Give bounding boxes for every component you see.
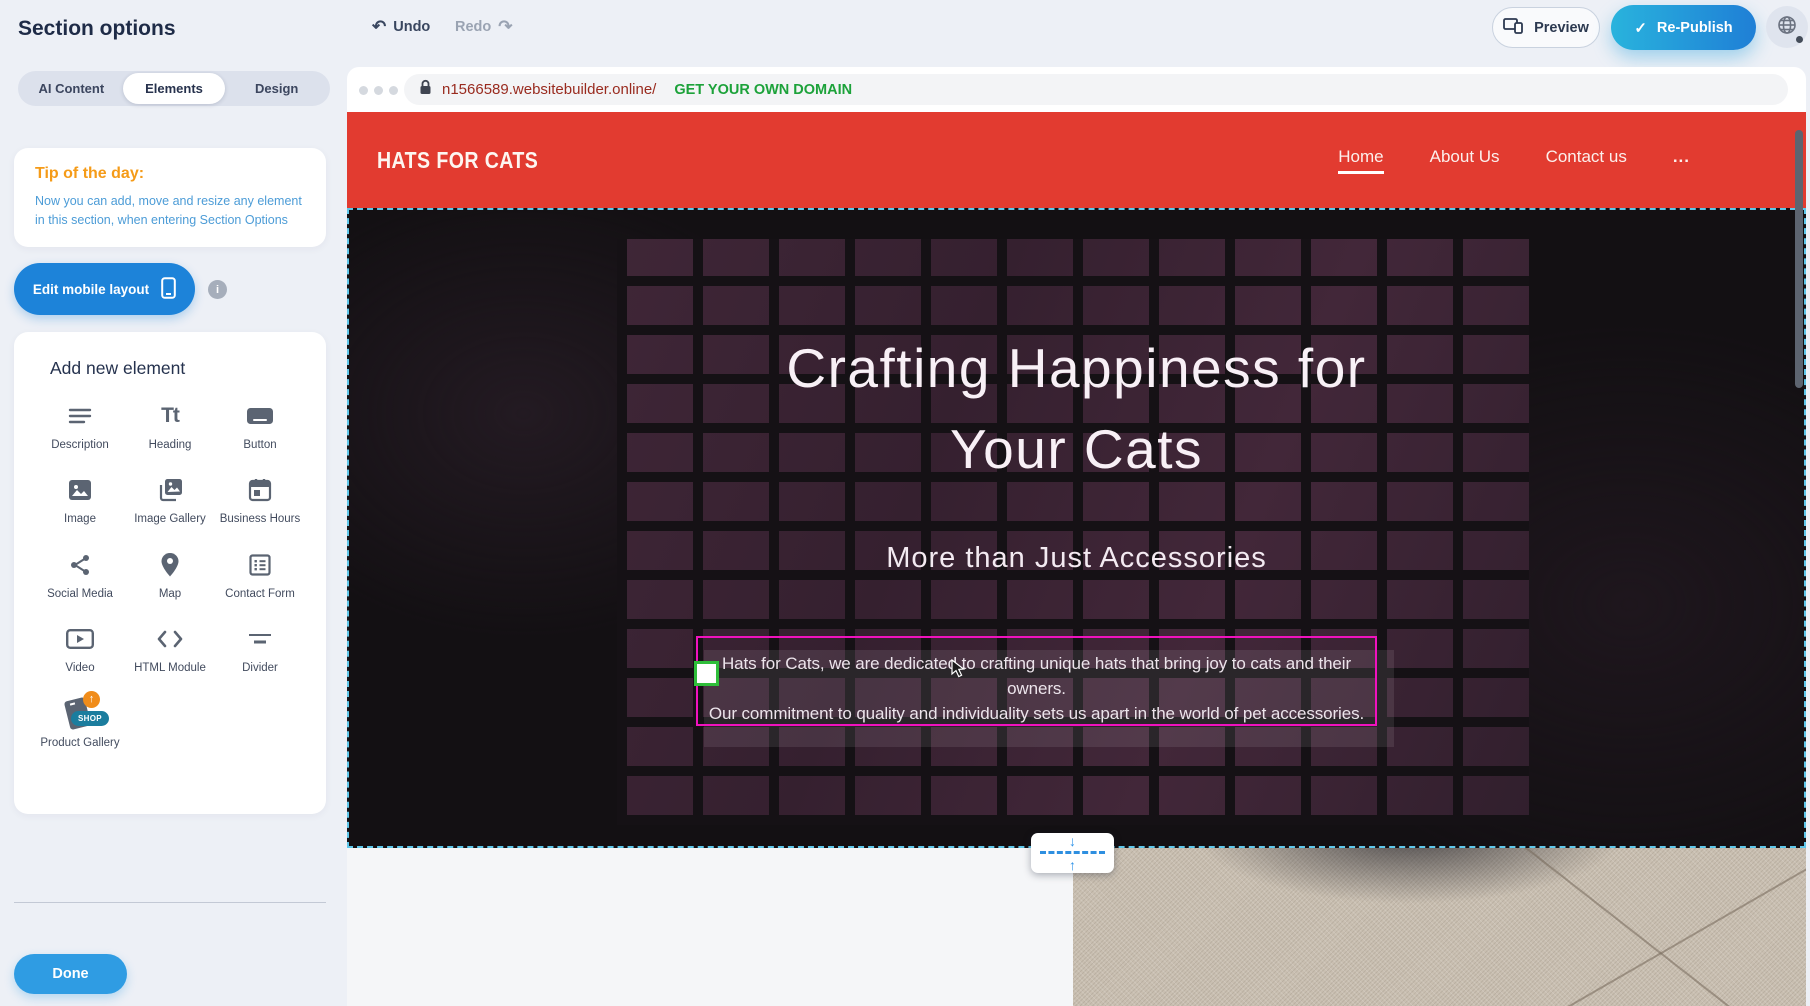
- site-logo[interactable]: HATS FOR CATS: [377, 147, 538, 174]
- page-title: Section options: [18, 17, 176, 41]
- mouse-cursor-icon: [950, 659, 968, 679]
- business-hours-icon: [248, 475, 272, 505]
- floor-grout-line: [1566, 857, 1806, 1006]
- preview-label: Preview: [1534, 20, 1589, 36]
- tip-body: Now you can add, move and resize any ele…: [35, 192, 305, 230]
- element-item-map[interactable]: Map: [126, 550, 214, 601]
- heading-icon: Tt: [161, 401, 179, 431]
- page-scrollbar[interactable]: [1795, 130, 1803, 388]
- element-grid: Description Tt Heading Button Image: [36, 401, 304, 750]
- hero-section-selected[interactable]: Crafting Happiness for Your Cats More th…: [347, 208, 1806, 848]
- hero-subheading[interactable]: More than Just Accessories: [349, 542, 1804, 575]
- element-item-video[interactable]: Video: [36, 624, 124, 675]
- nav-contact-us[interactable]: Contact us: [1546, 147, 1627, 174]
- floor-grout-line: [1468, 848, 1729, 1006]
- republish-button[interactable]: ✓ Re-Publish: [1611, 5, 1756, 50]
- drag-handle[interactable]: [694, 661, 719, 686]
- element-item-product-gallery[interactable]: ↑ SHOP Product Gallery: [36, 699, 124, 750]
- nav-home[interactable]: Home: [1338, 147, 1383, 174]
- element-item-image[interactable]: Image: [36, 475, 124, 526]
- tab-ai-content[interactable]: AI Content: [20, 73, 123, 104]
- add-new-element-card: Add new element Description Tt Heading B…: [14, 332, 326, 814]
- edit-mobile-label: Edit mobile layout: [33, 282, 149, 297]
- social-media-icon: [68, 550, 92, 580]
- republish-label: Re-Publish: [1657, 20, 1733, 36]
- section-resize-handle[interactable]: ↓ ↑: [1031, 833, 1114, 873]
- website-builder-app: Section options ↶ Undo Redo ↷ Preview ✓ …: [0, 0, 1810, 1006]
- image-gallery-icon: [157, 475, 183, 505]
- site-url: n1566589.websitebuilder.online/: [442, 81, 656, 98]
- divider-icon: [247, 624, 273, 654]
- nav-about-us[interactable]: About Us: [1430, 147, 1500, 174]
- element-item-social-media[interactable]: Social Media: [36, 550, 124, 601]
- add-element-title: Add new element: [50, 358, 304, 379]
- panel-divider: [14, 902, 326, 903]
- redo-icon: ↷: [498, 18, 512, 35]
- site-header: HATS FOR CATS Home About Us Contact us .…: [347, 112, 1806, 208]
- info-icon[interactable]: i: [208, 280, 227, 299]
- hero-heading[interactable]: Crafting Happiness for Your Cats: [349, 328, 1804, 490]
- globe-status-dot: [1796, 36, 1803, 43]
- resize-arrow-down-icon: ↓: [1031, 834, 1114, 848]
- get-domain-link[interactable]: GET YOUR OWN DOMAIN: [674, 82, 852, 98]
- check-icon: ✓: [1634, 19, 1647, 37]
- nav-more-button[interactable]: ...: [1673, 147, 1690, 174]
- site-preview-window: n1566589.websitebuilder.online/ GET YOUR…: [347, 67, 1806, 1006]
- site-nav: Home About Us Contact us ...: [1338, 147, 1776, 174]
- element-item-heading[interactable]: Tt Heading: [126, 401, 214, 452]
- contact-form-icon: [248, 550, 272, 580]
- mobile-phone-icon: [161, 277, 176, 302]
- redo-label: Redo: [455, 19, 491, 35]
- tab-elements[interactable]: Elements: [123, 73, 226, 104]
- devices-icon: [1503, 18, 1525, 38]
- address-bar[interactable]: n1566589.websitebuilder.online/ GET YOUR…: [404, 74, 1788, 105]
- hero-paragraph[interactable]: Hats for Cats, we are dedicated to craft…: [698, 638, 1375, 726]
- html-module-icon: [156, 624, 184, 654]
- globe-icon: [1776, 14, 1798, 41]
- done-button[interactable]: Done: [14, 954, 127, 994]
- panel-tabbar: AI Content Elements Design: [18, 71, 330, 106]
- element-item-contact-form[interactable]: Contact Form: [216, 550, 304, 601]
- element-item-image-gallery[interactable]: Image Gallery: [126, 475, 214, 526]
- floor-photo: [1073, 848, 1806, 1006]
- site-viewport: HATS FOR CATS Home About Us Contact us .…: [347, 112, 1806, 1006]
- browser-dots: [359, 86, 398, 95]
- element-item-html-module[interactable]: HTML Module: [126, 624, 214, 675]
- upgrade-badge-icon: ↑: [83, 691, 100, 708]
- lock-icon: [419, 79, 432, 100]
- resize-arrow-up-icon: ↑: [1031, 858, 1114, 872]
- language-globe-button[interactable]: [1766, 6, 1808, 48]
- element-item-button[interactable]: Button: [216, 401, 304, 452]
- map-icon: [160, 550, 180, 580]
- video-icon: [66, 624, 94, 654]
- undo-label: Undo: [393, 19, 430, 35]
- edit-mobile-layout-button[interactable]: Edit mobile layout: [14, 263, 195, 315]
- preview-button[interactable]: Preview: [1492, 7, 1600, 48]
- tab-design[interactable]: Design: [225, 73, 328, 104]
- element-item-description[interactable]: Description: [36, 401, 124, 452]
- resize-dashed-line: [1040, 851, 1105, 854]
- product-gallery-icon: ↑ SHOP: [57, 699, 103, 729]
- undo-icon: ↶: [372, 18, 386, 35]
- selected-text-element[interactable]: Hats for Cats, we are dedicated to craft…: [696, 636, 1377, 726]
- element-item-divider[interactable]: Divider: [216, 624, 304, 675]
- description-icon: [67, 401, 93, 431]
- browser-chrome-bar: n1566589.websitebuilder.online/ GET YOUR…: [347, 67, 1806, 112]
- tip-title: Tip of the day:: [35, 165, 305, 183]
- tip-of-the-day-card: Tip of the day: Now you can add, move an…: [14, 148, 326, 247]
- undo-button[interactable]: ↶ Undo: [372, 18, 430, 35]
- shop-badge: SHOP: [71, 711, 109, 726]
- image-icon: [68, 475, 92, 505]
- redo-button[interactable]: Redo ↷: [455, 18, 513, 35]
- button-icon: [246, 401, 274, 431]
- element-item-business-hours[interactable]: Business Hours: [216, 475, 304, 526]
